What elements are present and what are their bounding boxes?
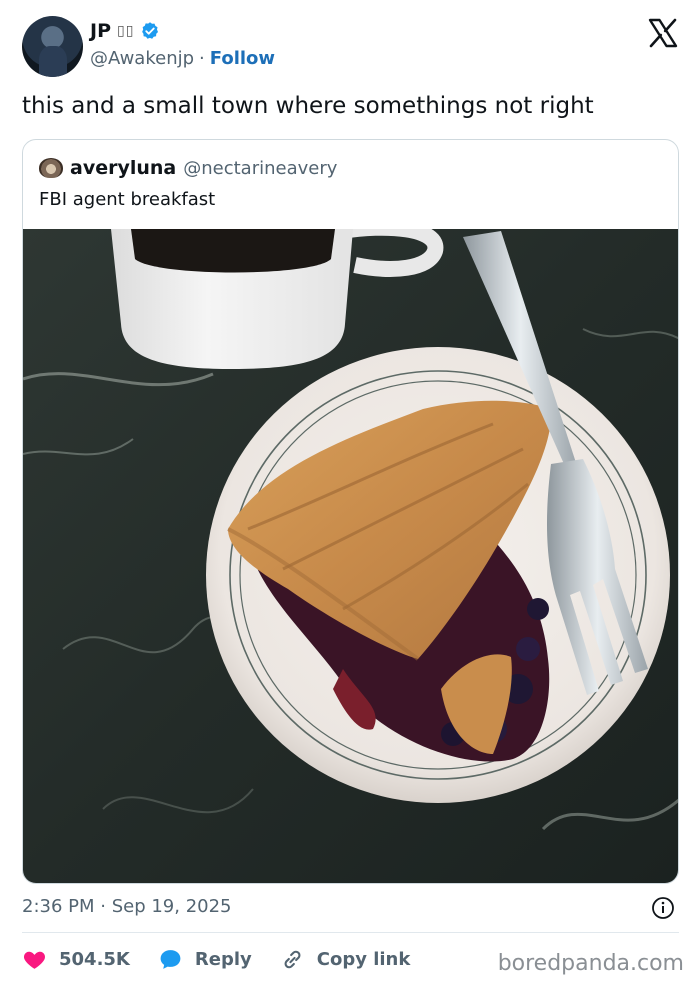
copy-link-label: Copy link xyxy=(316,948,411,970)
like-count: 504.5K xyxy=(59,948,130,970)
like-button[interactable]: 504.5K xyxy=(22,947,130,972)
quoted-author-handle: @nectarineavery xyxy=(183,157,338,179)
tweet-actions: 504.5K Reply Copy link xyxy=(22,944,438,974)
separator-dot: · xyxy=(199,48,205,69)
heart-icon xyxy=(23,951,46,969)
link-icon xyxy=(284,950,301,968)
quoted-tweet[interactable]: averyluna @nectarineavery FBI agent brea… xyxy=(22,139,679,884)
quoted-author-name: averyluna xyxy=(70,157,177,179)
x-logo-icon[interactable] xyxy=(648,18,678,48)
verified-badge-icon xyxy=(142,22,159,39)
tweet-header: JP ▯▯ @Awakenjp · Follow xyxy=(22,16,682,78)
quoted-avatar xyxy=(39,158,63,178)
author-handle[interactable]: @Awakenjp xyxy=(90,48,194,69)
tweet-timestamp[interactable]: 2:36 PM · Sep 19, 2025 xyxy=(22,896,232,917)
info-icon[interactable] xyxy=(651,896,675,920)
copy-link-button[interactable]: Copy link xyxy=(280,947,411,972)
reply-bubble-icon xyxy=(160,949,181,969)
author-avatar[interactable] xyxy=(22,16,83,77)
author-name-row: JP ▯▯ xyxy=(90,20,160,42)
watermark: boredpanda.com xyxy=(497,951,684,976)
follow-button[interactable]: Follow xyxy=(210,48,275,69)
quoted-text: FBI agent breakfast xyxy=(39,189,216,210)
quoted-photo[interactable] xyxy=(23,229,679,884)
reply-button[interactable]: Reply xyxy=(158,947,252,972)
divider xyxy=(22,932,679,933)
author-flag-emojis: ▯▯ xyxy=(117,23,135,39)
author-name[interactable]: JP xyxy=(90,20,111,42)
reply-label: Reply xyxy=(194,948,252,970)
author-handle-row: @Awakenjp · Follow xyxy=(90,48,275,69)
quoted-header: averyluna @nectarineavery xyxy=(39,157,337,179)
tweet-text: this and a small town where somethings n… xyxy=(22,93,594,119)
